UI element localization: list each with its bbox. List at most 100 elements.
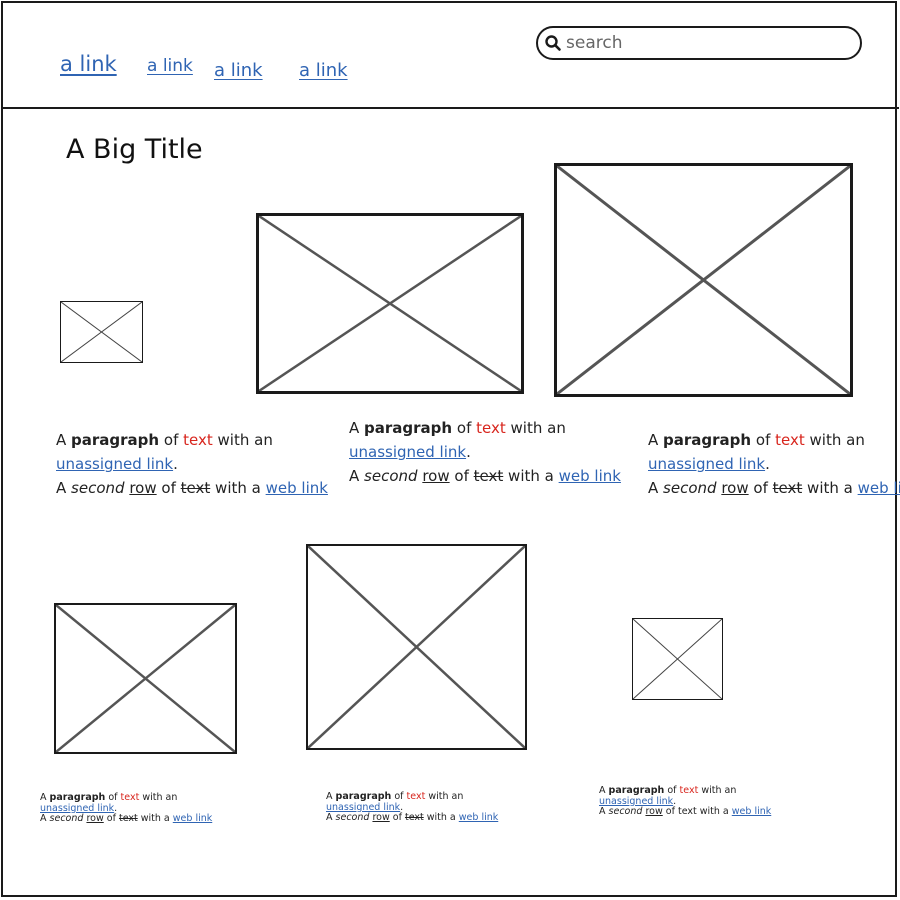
bold-text: paragraph <box>364 419 453 437</box>
red-text: text <box>120 792 140 803</box>
image-placeholder-5 <box>306 544 527 750</box>
text: with a <box>807 479 853 497</box>
italic-text: second <box>608 806 643 817</box>
paragraph-6: A paragraph of text with an unassigned l… <box>599 785 771 818</box>
paragraph-line-1: A paragraph of text with an <box>56 428 328 452</box>
text: of <box>394 791 404 802</box>
paragraph-line-3: A second row of text with a web link <box>40 813 212 825</box>
web-link[interactable]: web link <box>459 812 498 823</box>
italic-text: second <box>71 479 125 497</box>
paragraph-2: A paragraph of text with an unassigned l… <box>349 416 621 488</box>
red-text: text <box>775 431 805 449</box>
paragraph-4: A paragraph of text with an unassigned l… <box>40 792 212 825</box>
paragraph-line-3: A second row of text with a web link <box>599 806 771 818</box>
text: A <box>56 479 67 497</box>
red-text: text <box>183 431 213 449</box>
unassigned-link[interactable]: unassigned link <box>349 443 466 461</box>
text: with a <box>426 812 456 823</box>
web-link[interactable]: web link <box>266 479 328 497</box>
paragraph-1: A paragraph of text with an unassigned l… <box>56 428 328 500</box>
search-box[interactable] <box>536 26 862 60</box>
text: A <box>56 431 67 449</box>
text: with an <box>809 431 865 449</box>
text: A <box>40 813 47 824</box>
strikethrough-text: text <box>118 813 138 824</box>
text: of <box>108 792 118 803</box>
unassigned-link[interactable]: unassigned link <box>599 796 673 807</box>
italic-text: second <box>335 812 370 823</box>
paragraph-5: A paragraph of text with an unassigned l… <box>326 791 498 824</box>
text: . <box>765 455 770 473</box>
nav-link-1[interactable]: a link <box>60 52 117 76</box>
image-placeholder-4 <box>54 603 237 754</box>
web-link[interactable]: web link <box>858 479 900 497</box>
text: of <box>392 812 402 823</box>
unassigned-link[interactable]: unassigned link <box>326 802 400 813</box>
text: A <box>599 806 606 817</box>
text: of <box>665 806 675 817</box>
paragraph-line-3: A second row of text with a web link <box>648 476 900 500</box>
text: with a <box>140 813 170 824</box>
underlined-text: row <box>422 467 450 485</box>
text: A <box>326 791 333 802</box>
text: of <box>667 785 677 796</box>
web-link[interactable]: web link <box>559 467 621 485</box>
text: . <box>173 455 178 473</box>
red-text: text <box>406 791 426 802</box>
paragraph-3: A paragraph of text with an unassigned l… <box>648 428 900 500</box>
nav-link-3[interactable]: a link <box>214 60 263 81</box>
unassigned-link[interactable]: unassigned link <box>40 803 114 814</box>
strikethrough-text: text <box>404 812 424 823</box>
image-placeholder-2 <box>256 213 524 394</box>
bold-text: paragraph <box>608 785 665 796</box>
image-placeholder-6 <box>632 618 723 700</box>
text: of <box>161 479 176 497</box>
text: with an <box>428 791 464 802</box>
bold-text: paragraph <box>663 431 752 449</box>
underlined-text: row <box>129 479 157 497</box>
strikethrough-text: text <box>180 479 211 497</box>
text: with an <box>510 419 566 437</box>
underlined-text: row <box>86 813 104 824</box>
image-placeholder-3 <box>554 163 853 397</box>
text: . <box>673 795 677 807</box>
italic-text: second <box>663 479 717 497</box>
paragraph-line-3: A second row of text with a web link <box>349 464 621 488</box>
text: A <box>599 785 606 796</box>
text: of <box>755 431 771 449</box>
text: of <box>753 479 768 497</box>
paragraph-line-2: unassigned link. <box>56 452 328 476</box>
text: A <box>40 792 47 803</box>
search-input[interactable] <box>566 33 826 53</box>
underlined-text: row <box>645 806 663 817</box>
image-placeholder-icon <box>308 546 525 748</box>
red-text: text <box>679 785 699 796</box>
text: of <box>163 431 179 449</box>
text: A <box>326 812 333 823</box>
nav-link-2[interactable]: a link <box>147 56 193 76</box>
bold-text: paragraph <box>335 791 392 802</box>
text: A <box>349 419 360 437</box>
text: with a <box>215 479 261 497</box>
web-link[interactable]: web link <box>732 806 771 817</box>
bold-text: paragraph <box>71 431 160 449</box>
image-placeholder-icon <box>633 619 722 699</box>
web-link[interactable]: web link <box>173 813 212 824</box>
paragraph-line-2: unassigned link. <box>648 452 900 476</box>
text: . <box>466 443 471 461</box>
image-placeholder-icon <box>61 302 142 362</box>
unassigned-link[interactable]: unassigned link <box>56 455 173 473</box>
nav-link-4[interactable]: a link <box>299 60 348 81</box>
text: of <box>106 813 116 824</box>
text: A <box>648 431 659 449</box>
paragraph-line-1: A paragraph of text with an <box>349 416 621 440</box>
page-title: A Big Title <box>66 134 203 165</box>
text: A <box>349 467 360 485</box>
search-icon <box>545 35 561 51</box>
text: with a <box>508 467 554 485</box>
unassigned-link[interactable]: unassigned link <box>648 455 765 473</box>
text: with an <box>142 792 178 803</box>
underlined-text: row <box>721 479 749 497</box>
red-text: text <box>476 419 506 437</box>
image-placeholder-icon <box>259 216 521 391</box>
